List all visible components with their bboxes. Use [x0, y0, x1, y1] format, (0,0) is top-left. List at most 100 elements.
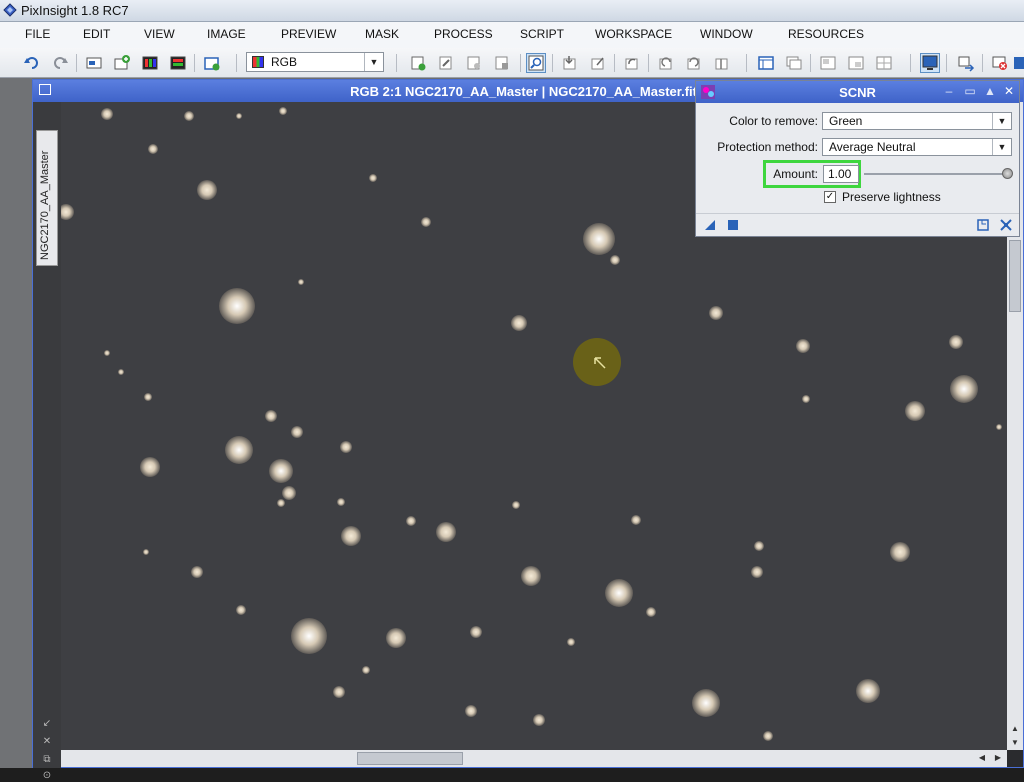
channel-select[interactable]: RGB ▼ — [246, 52, 384, 72]
mask-edit-button[interactable] — [436, 53, 456, 73]
close-all-button[interactable] — [990, 53, 1010, 73]
horizontal-scroll-thumb[interactable] — [357, 752, 463, 765]
rotate-cw-button[interactable] — [656, 53, 676, 73]
geometry-1-button[interactable] — [560, 53, 580, 73]
flip-button[interactable] — [712, 53, 732, 73]
rotate-icon — [625, 58, 638, 70]
star — [219, 288, 255, 324]
star — [631, 515, 641, 525]
undo-button[interactable] — [22, 53, 42, 73]
redo-button[interactable] — [50, 53, 70, 73]
menu-mask[interactable]: MASK — [365, 27, 399, 41]
window-cascade-button[interactable] — [784, 53, 804, 73]
horizontal-scrollbar[interactable]: ◀ ▶ — [61, 750, 1007, 767]
star — [144, 393, 152, 401]
close-icon[interactable]: ✕ — [1001, 83, 1017, 99]
color-channels-button[interactable] — [168, 53, 188, 73]
menu-file[interactable]: FILE — [25, 27, 50, 41]
scroll-left-icon[interactable]: ◀ — [975, 751, 989, 765]
rotate-cw-icon — [659, 57, 672, 70]
star — [996, 424, 1002, 430]
geometry-2-button[interactable] — [588, 53, 608, 73]
rgb-channels-button[interactable] — [140, 53, 160, 73]
star — [341, 526, 361, 546]
star — [291, 426, 303, 438]
star — [282, 486, 296, 500]
scroll-down-icon[interactable]: ▼ — [1007, 736, 1023, 750]
star — [533, 714, 545, 726]
maximize-icon[interactable]: ▲ — [982, 83, 998, 99]
preview-3-button[interactable] — [874, 53, 894, 73]
star — [610, 255, 620, 265]
preserve-lightness-label: Preserve lightness — [842, 190, 941, 204]
new-preview-button[interactable] — [202, 53, 222, 73]
window-layout-icon — [758, 56, 774, 70]
star — [763, 731, 773, 741]
mask-new-button[interactable] — [408, 53, 428, 73]
menu-image[interactable]: IMAGE — [207, 27, 246, 41]
star — [751, 566, 763, 578]
apply-global-icon[interactable] — [726, 218, 740, 232]
star — [279, 107, 287, 115]
menu-preview[interactable]: PREVIEW — [281, 27, 336, 41]
menu-edit[interactable]: EDIT — [83, 27, 110, 41]
zoom-button[interactable] — [526, 53, 546, 73]
undo-icon — [24, 57, 38, 69]
star — [521, 566, 541, 586]
menu-script[interactable]: SCRIPT — [520, 27, 564, 41]
preserve-lightness-checkbox[interactable]: ✓ — [824, 191, 836, 203]
scroll-up-icon[interactable]: ▲ — [1007, 722, 1023, 736]
rgb-channels-icon — [142, 56, 158, 70]
more-icon — [1014, 57, 1024, 69]
rotate-ccw-button[interactable] — [684, 53, 704, 73]
swap-button[interactable] — [956, 53, 976, 73]
geometry-3-button[interactable] — [622, 53, 642, 73]
shrink-icon[interactable]: ↙ — [41, 718, 53, 730]
star — [118, 369, 124, 375]
menu-workspace[interactable]: WORKSPACE — [595, 27, 672, 41]
monitor-icon — [922, 55, 938, 70]
mask-invert-button[interactable] — [492, 53, 512, 73]
chevron-down-icon: ▼ — [992, 113, 1011, 129]
color-to-remove-select[interactable]: Green ▼ — [822, 112, 1012, 130]
star — [362, 666, 370, 674]
star — [709, 306, 723, 320]
target-icon[interactable]: ⊙ — [41, 770, 53, 782]
new-instance-icon[interactable] — [703, 218, 717, 232]
menu-window[interactable]: WINDOW — [700, 27, 753, 41]
protection-method-select[interactable]: Average Neutral ▼ — [822, 138, 1012, 156]
shade-icon[interactable]: ▭ — [962, 83, 978, 99]
menu-resources[interactable]: RESOURCES — [788, 27, 864, 41]
star — [386, 628, 406, 648]
menu-process[interactable]: PROCESS — [434, 27, 493, 41]
fit-icon[interactable]: ✕ — [41, 736, 53, 748]
view-id-tab[interactable]: NGC2170_AA_Master — [36, 130, 58, 266]
scnr-title-bar[interactable]: SCNR – ▭ ▲ ✕ — [696, 81, 1019, 103]
amount-slider-handle[interactable] — [1002, 168, 1013, 179]
rgb-swatch-icon — [252, 56, 264, 68]
screen-transfer-button[interactable] — [920, 53, 940, 73]
menu-view[interactable]: VIEW — [144, 27, 175, 41]
window-tile-button[interactable] — [756, 53, 776, 73]
preview-2-button[interactable] — [846, 53, 866, 73]
window-menu-icon[interactable] — [39, 84, 51, 95]
main-toolbar: RGB ▼ — [0, 48, 1024, 78]
preview-1-button[interactable] — [818, 53, 838, 73]
documentation-icon[interactable] — [976, 218, 990, 232]
identifier-button[interactable] — [84, 53, 104, 73]
vertical-scroll-thumb[interactable] — [1009, 240, 1021, 312]
copy-icon[interactable]: ⧉ — [41, 754, 53, 766]
redo-icon — [54, 57, 68, 69]
minimize-icon[interactable]: – — [941, 83, 957, 99]
mask-add-icon — [411, 56, 426, 71]
toolbar-more-button[interactable] — [1012, 53, 1024, 73]
preview-grid-icon — [876, 56, 892, 70]
amount-input[interactable]: 1.00 — [823, 165, 859, 183]
preview-alt-icon — [848, 56, 864, 70]
amount-slider-track[interactable] — [864, 173, 1008, 175]
mask-show-button[interactable] — [464, 53, 484, 73]
new-image-button[interactable] — [112, 53, 132, 73]
image-arrow-up-icon — [591, 57, 604, 70]
scroll-right-icon[interactable]: ▶ — [991, 751, 1005, 765]
reset-icon[interactable] — [999, 218, 1013, 232]
